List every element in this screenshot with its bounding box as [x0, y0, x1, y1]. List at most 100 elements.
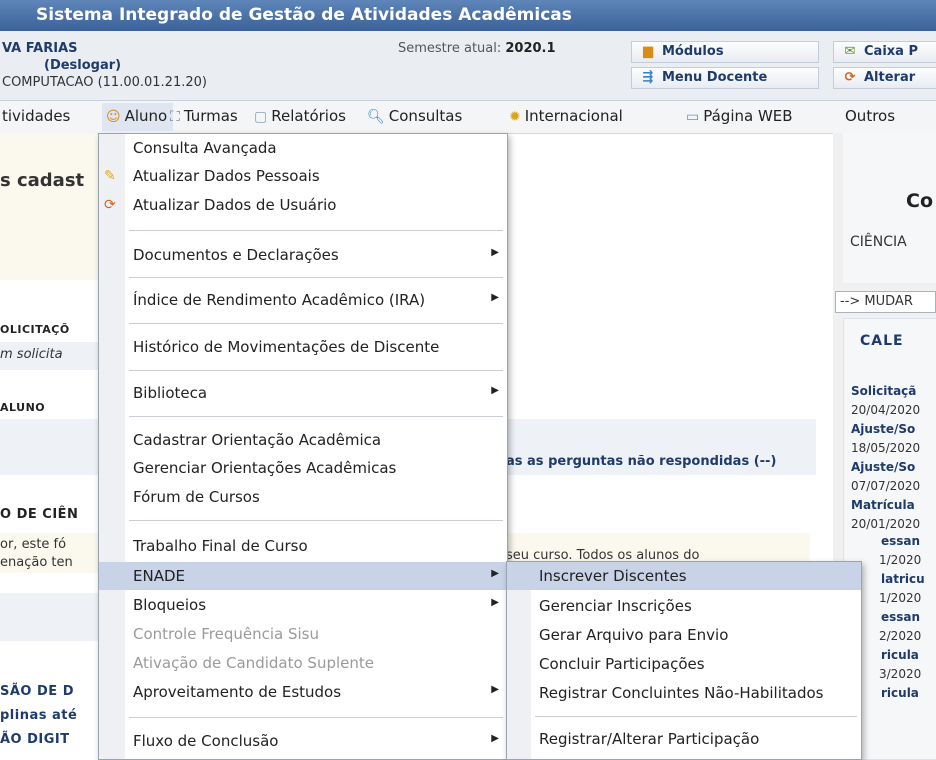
calendar-entry: 1/2020 — [879, 591, 922, 605]
separator — [129, 230, 503, 231]
title-bar: Sistema Integrado de Gestão de Atividade… — [0, 0, 936, 31]
inbox-icon: ✉ — [844, 44, 856, 59]
menu-relatorios-label: Relatórios — [271, 107, 346, 125]
aluno-panel — [0, 419, 98, 475]
item-documentos-declaracoes[interactable]: Documentos e Declarações ▶ — [99, 241, 507, 269]
item-bloqueios[interactable]: Bloqueios ▶ — [99, 591, 507, 619]
student-icon: ☺ — [106, 109, 121, 125]
modules-button[interactable]: ▆ Módulos — [631, 41, 819, 63]
menu-turmas-label: Turmas — [183, 107, 238, 125]
menu-atividades[interactable]: tividades — [2, 107, 70, 125]
menu-consultas-label: Consultas — [388, 107, 463, 125]
teacher-menu-button[interactable]: ⇶ Menu Docente — [631, 67, 819, 89]
course-name: CIÊNCIA — [850, 234, 907, 250]
menu-turmas[interactable]: ⛶ Turmas — [170, 107, 238, 125]
search-icon: 🔍︎ — [367, 109, 385, 125]
change-label: Alterar — [864, 70, 916, 85]
menu-aluno-label: Aluno — [124, 107, 168, 125]
item-registrar-concluintes[interactable]: Registrar Concluintes Não-Habilitados — [507, 679, 861, 707]
item-gerar-arquivo-envio[interactable]: Gerar Arquivo para Envio — [507, 621, 861, 649]
item-forum-cursos[interactable]: Fórum de Cursos — [99, 483, 507, 511]
calendar-entry: 20/01/2020 — [851, 517, 921, 531]
item-atualizar-dados-usuario[interactable]: ⟳ Atualizar Dados de Usuário — [99, 191, 507, 219]
cadast-heading: s cadast — [0, 170, 85, 191]
item-historico-movimentacoes[interactable]: Histórico de Movimentações de Discente — [99, 333, 507, 361]
perguntas-link[interactable]: as as perguntas não respondidas (--) — [506, 454, 776, 469]
report-icon: ▢ — [254, 109, 268, 125]
network-icon: ⇶ — [642, 70, 654, 85]
logout-link[interactable]: (Deslogar) — [44, 58, 121, 73]
separator — [129, 323, 503, 324]
item-trabalho-final[interactable]: Trabalho Final de Curso — [99, 532, 507, 560]
refresh-icon: ⟳ — [104, 197, 116, 213]
item-concluir-participacoes[interactable]: Concluir Participações — [507, 650, 861, 678]
teacher-menu-label: Menu Docente — [662, 70, 768, 85]
item-inscrever-discentes[interactable]: Inscrever Discentes — [507, 562, 861, 590]
calendar-entry: 20/04/2020 — [851, 403, 921, 417]
menu-consultas[interactable]: 🔍︎ Consultas — [367, 107, 462, 125]
submenu-arrow-icon: ▶ — [491, 597, 499, 608]
inbox-button[interactable]: ✉ Caixa P — [833, 41, 936, 63]
digit-header: ÃO DIGIT — [0, 732, 70, 747]
web-page-icon: ▭ — [686, 109, 700, 125]
item-biblioteca[interactable]: Biblioteca ▶ — [99, 379, 507, 407]
course-title: Co — [906, 190, 933, 212]
calendar-entry: 2/2020 — [879, 629, 922, 643]
semester-value: 2020.1 — [505, 41, 556, 56]
pencil-icon: ✎ — [104, 168, 116, 184]
item-ativacao-candidato[interactable]: Ativação de Candidato Suplente — [99, 649, 507, 677]
submenu-arrow-icon: ▶ — [491, 684, 499, 695]
item-cadastrar-orientacao[interactable]: Cadastrar Orientação Acadêmica — [99, 426, 507, 454]
item-aproveitamento-estudos[interactable]: Aproveitamento de Estudos ▶ — [99, 678, 507, 706]
item-atualizar-dados-pessoais[interactable]: ✎ Atualizar Dados Pessoais — [99, 162, 507, 190]
plinas-header: plinas até — [0, 708, 78, 723]
calendar-entry: 3/2020 — [879, 667, 922, 681]
submenu-arrow-icon: ▶ — [491, 247, 499, 258]
item-enade[interactable]: ENADE ▶ — [99, 562, 507, 590]
aluno-header: ALUNO — [0, 401, 46, 414]
item-consulta-avancada[interactable]: Consulta Avançada — [99, 134, 507, 162]
inbox-label: Caixa P — [864, 44, 918, 59]
item-gerenciar-inscricoes[interactable]: Gerenciar Inscrições — [507, 592, 861, 620]
ciencia-header: O DE CIÊN — [0, 507, 79, 522]
menu-outros[interactable]: Outros — [845, 107, 895, 125]
modules-icon: ▆ — [643, 44, 653, 59]
calendar-entry: essan — [881, 610, 921, 624]
item-gerenciar-orientacoes[interactable]: Gerenciar Orientações Acadêmicas — [99, 454, 507, 482]
calendar-entry: ricula — [881, 686, 919, 700]
separator — [129, 370, 503, 371]
submenu-arrow-icon: ▶ — [491, 385, 499, 396]
item-ira[interactable]: Índice de Rendimento Acadêmico (IRA) ▶ — [99, 286, 507, 314]
solicitacoes-text: m solicita — [0, 347, 63, 362]
menu-pagina-web[interactable]: ▭ Página WEB — [686, 107, 793, 125]
change-course-label: --> MUDAR — [840, 294, 913, 309]
calendar-title: CALE — [860, 333, 904, 349]
change-button[interactable]: ⟳ Alterar — [833, 67, 936, 89]
calendar-entry: Ajuste/So — [851, 422, 916, 436]
submenu-arrow-icon: ▶ — [491, 568, 499, 579]
sao-de-header: SÃO DE D — [0, 684, 74, 699]
semester-label: Semestre atual: — [398, 41, 502, 56]
separator — [129, 520, 503, 521]
enade-submenu: Inscrever Discentes Gerenciar Inscrições… — [506, 561, 862, 760]
forum-text-2: enação ten — [0, 555, 73, 570]
calendar-entry: 1/2020 — [879, 553, 922, 567]
calendar-entry: essan — [881, 534, 921, 548]
refresh-icon: ⟳ — [844, 70, 856, 85]
menu-internacional[interactable]: ✹ Internacional — [509, 107, 623, 125]
menu-relatorios[interactable]: ▢ Relatórios — [254, 107, 346, 125]
menu-aluno[interactable]: ☺ Aluno — [102, 103, 174, 131]
separator — [129, 416, 503, 417]
aluno-dropdown-menu: Consulta Avançada ✎ Atualizar Dados Pesso… — [98, 133, 508, 760]
item-fluxo-conclusao[interactable]: Fluxo de Conclusão ▶ — [99, 727, 507, 755]
modules-label: Módulos — [662, 44, 724, 59]
summary-panel — [0, 133, 98, 280]
separator — [129, 717, 503, 718]
item-registrar-alterar-participacao[interactable]: Registrar/Alterar Participação — [507, 725, 861, 753]
calendar-entry: 07/07/2020 — [851, 479, 921, 493]
blank-panel — [0, 593, 98, 641]
calendar-entry: 18/05/2020 — [851, 441, 921, 455]
item-controle-frequencia-sisu[interactable]: Controle Frequência Sisu — [99, 620, 507, 648]
menu-pagina-web-label: Página WEB — [703, 107, 793, 125]
submenu-arrow-icon: ▶ — [491, 733, 499, 744]
